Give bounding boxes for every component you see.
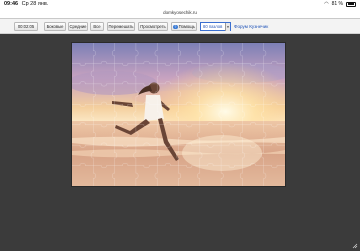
clock-date: Ср 28 янв. bbox=[21, 1, 49, 7]
status-bar: 09:46 Ср 28 янв. ◠ 81 % bbox=[0, 0, 360, 9]
diagonal-lines bbox=[352, 243, 358, 249]
preview-button[interactable]: Просмотреть bbox=[138, 22, 168, 31]
screen: 09:46 Ср 28 янв. ◠ 81 % domkyosechik.ru … bbox=[0, 0, 360, 251]
help-button[interactable]: ? Помощь bbox=[171, 22, 197, 31]
battery-level bbox=[347, 3, 354, 5]
status-indicators: ◠ 81 % bbox=[324, 1, 356, 7]
resize-handle-icon[interactable] bbox=[352, 243, 358, 249]
battery-percent: 81 % bbox=[331, 1, 343, 7]
address-bar[interactable]: domkyosechik.ru bbox=[0, 9, 360, 18]
middle-pieces-button[interactable]: Средние bbox=[68, 22, 88, 31]
chevron-down-icon: ▼ bbox=[225, 23, 230, 31]
help-icon: ? bbox=[173, 24, 178, 30]
puzzle-toolbar: 00:02:05 Боковые Средние Все Перемешать … bbox=[0, 19, 360, 34]
clock-time: 09:46 bbox=[4, 1, 19, 7]
edge-pieces-button[interactable]: Боковые bbox=[44, 22, 66, 31]
status-time: 09:46 Ср 28 янв. bbox=[4, 1, 48, 7]
url-text[interactable]: domkyosechik.ru bbox=[0, 10, 360, 15]
puzzle-board[interactable] bbox=[71, 42, 286, 187]
puzzle-image[interactable] bbox=[72, 43, 285, 186]
shuffle-button[interactable]: Перемешать bbox=[107, 22, 135, 31]
pieces-count-select[interactable]: 80 пазлов ▼ bbox=[200, 22, 231, 31]
forum-link[interactable]: Форум Кузнечик bbox=[234, 24, 268, 29]
timer-display: 00:02:05 bbox=[14, 22, 38, 31]
battery-icon bbox=[346, 1, 356, 7]
all-pieces-button[interactable]: Все bbox=[90, 22, 104, 31]
pieces-count-value: 80 пазлов bbox=[203, 24, 223, 29]
wifi-icon: ◠ bbox=[324, 1, 329, 7]
help-label: Помощь bbox=[178, 24, 195, 29]
